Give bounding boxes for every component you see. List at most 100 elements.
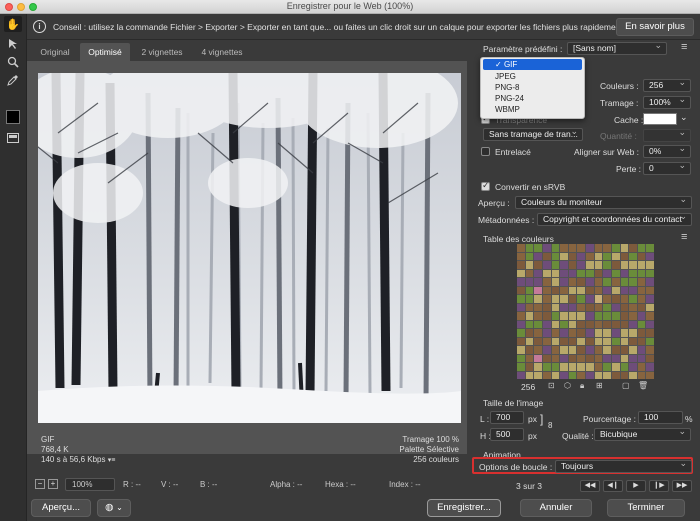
color-swatch[interactable] xyxy=(551,278,560,286)
zoom-in-button[interactable]: + xyxy=(48,479,58,489)
matte-color-swatch[interactable] xyxy=(643,113,677,125)
color-swatch[interactable] xyxy=(646,363,654,371)
color-swatch[interactable] xyxy=(637,286,646,294)
color-swatch[interactable] xyxy=(646,312,654,320)
color-swatch[interactable] xyxy=(620,337,629,345)
color-swatch[interactable] xyxy=(629,346,637,354)
format-option-png8[interactable]: PNG-8 xyxy=(481,82,584,93)
color-swatch[interactable] xyxy=(637,278,646,286)
color-swatch[interactable] xyxy=(560,286,568,294)
play-button[interactable]: ▶ xyxy=(626,480,646,492)
color-swatch[interactable] xyxy=(637,329,646,337)
color-swatch[interactable] xyxy=(629,363,637,371)
color-swatch[interactable] xyxy=(629,303,637,311)
preview-profile-select[interactable]: Couleurs du moniteur xyxy=(515,196,692,209)
color-swatch[interactable] xyxy=(577,278,585,286)
last-frame-button[interactable]: ▶▶ xyxy=(672,480,692,492)
color-swatch[interactable] xyxy=(560,252,568,260)
color-swatch[interactable] xyxy=(534,346,542,354)
color-swatch[interactable] xyxy=(568,337,577,345)
color-swatch[interactable] xyxy=(551,303,560,311)
color-swatch[interactable] xyxy=(560,244,568,252)
eyedropper-icon[interactable] xyxy=(4,72,22,88)
color-swatch[interactable] xyxy=(646,295,654,303)
color-swatch[interactable] xyxy=(603,337,611,345)
percent-input[interactable]: 100 xyxy=(638,411,683,424)
color-swatch[interactable] xyxy=(560,371,568,379)
color-swatch[interactable] xyxy=(568,244,577,252)
color-swatch[interactable] xyxy=(603,244,611,252)
color-swatch[interactable] xyxy=(603,371,611,379)
color-swatch[interactable] xyxy=(525,244,534,252)
color-swatch[interactable] xyxy=(551,295,560,303)
color-swatch[interactable] xyxy=(517,278,525,286)
color-swatch[interactable] xyxy=(560,329,568,337)
color-swatch[interactable] xyxy=(603,363,611,371)
color-swatch[interactable] xyxy=(542,295,551,303)
format-option-gif[interactable]: ✓ GIF xyxy=(483,59,582,70)
color-swatch[interactable] xyxy=(560,295,568,303)
tab-optimized[interactable]: Optimisé xyxy=(80,43,130,61)
done-button[interactable]: Terminer xyxy=(607,499,685,517)
color-swatch[interactable] xyxy=(517,295,525,303)
color-swatch[interactable] xyxy=(637,303,646,311)
color-swatch[interactable] xyxy=(594,252,603,260)
color-swatch[interactable] xyxy=(542,363,551,371)
color-swatch[interactable] xyxy=(534,312,542,320)
add-color-icon[interactable]: ⊞ xyxy=(596,381,603,390)
color-swatch[interactable] xyxy=(542,329,551,337)
color-swatch[interactable] xyxy=(620,261,629,269)
color-swatch[interactable] xyxy=(646,354,654,362)
color-swatch[interactable] xyxy=(603,312,611,320)
color-swatch[interactable] xyxy=(517,261,525,269)
color-swatch[interactable] xyxy=(534,371,542,379)
colors-select[interactable]: 256 xyxy=(643,79,691,92)
color-swatch[interactable] xyxy=(568,354,577,362)
color-swatch[interactable] xyxy=(568,371,577,379)
eyedropper-color-swatch[interactable] xyxy=(6,110,20,124)
color-swatch[interactable] xyxy=(637,337,646,345)
color-swatch[interactable] xyxy=(560,337,568,345)
height-input[interactable]: 500 xyxy=(490,428,524,441)
color-swatch[interactable] xyxy=(620,295,629,303)
color-swatch[interactable] xyxy=(542,244,551,252)
color-swatch[interactable] xyxy=(637,252,646,260)
color-swatch[interactable] xyxy=(560,354,568,362)
color-swatch[interactable] xyxy=(542,261,551,269)
color-swatch[interactable] xyxy=(577,371,585,379)
optimized-image-preview[interactable] xyxy=(38,73,461,423)
color-swatch[interactable] xyxy=(637,312,646,320)
format-option-jpeg[interactable]: JPEG xyxy=(481,71,584,82)
color-swatch[interactable] xyxy=(517,252,525,260)
color-swatch[interactable] xyxy=(577,329,585,337)
color-swatch[interactable] xyxy=(517,303,525,311)
zoom-icon[interactable] xyxy=(4,54,22,70)
zoom-out-button[interactable]: − xyxy=(35,479,45,489)
color-swatch[interactable] xyxy=(577,244,585,252)
color-swatch[interactable] xyxy=(620,371,629,379)
color-swatch[interactable] xyxy=(637,363,646,371)
color-swatch[interactable] xyxy=(542,337,551,345)
color-swatch[interactable] xyxy=(534,363,542,371)
color-swatch[interactable] xyxy=(542,303,551,311)
color-swatch[interactable] xyxy=(525,354,534,362)
color-swatch[interactable] xyxy=(603,295,611,303)
toggle-slices-icon[interactable] xyxy=(4,130,22,146)
color-swatch[interactable] xyxy=(594,295,603,303)
color-swatch[interactable] xyxy=(577,363,585,371)
color-swatch[interactable] xyxy=(534,354,542,362)
tab-original[interactable]: Original xyxy=(31,43,79,61)
color-swatch[interactable] xyxy=(603,252,611,260)
color-swatch[interactable] xyxy=(542,252,551,260)
tab-2-up[interactable]: 2 vignettes xyxy=(133,43,191,61)
color-swatch[interactable] xyxy=(629,329,637,337)
preview-in-browser-button[interactable]: Aperçu... xyxy=(31,499,91,517)
color-swatch[interactable] xyxy=(586,295,594,303)
color-swatch[interactable] xyxy=(620,286,629,294)
color-swatch[interactable] xyxy=(577,252,585,260)
color-swatch[interactable] xyxy=(577,295,585,303)
color-swatch[interactable] xyxy=(568,261,577,269)
color-swatch[interactable] xyxy=(577,346,585,354)
color-swatch[interactable] xyxy=(560,261,568,269)
save-button[interactable]: Enregistrer... xyxy=(427,499,501,517)
